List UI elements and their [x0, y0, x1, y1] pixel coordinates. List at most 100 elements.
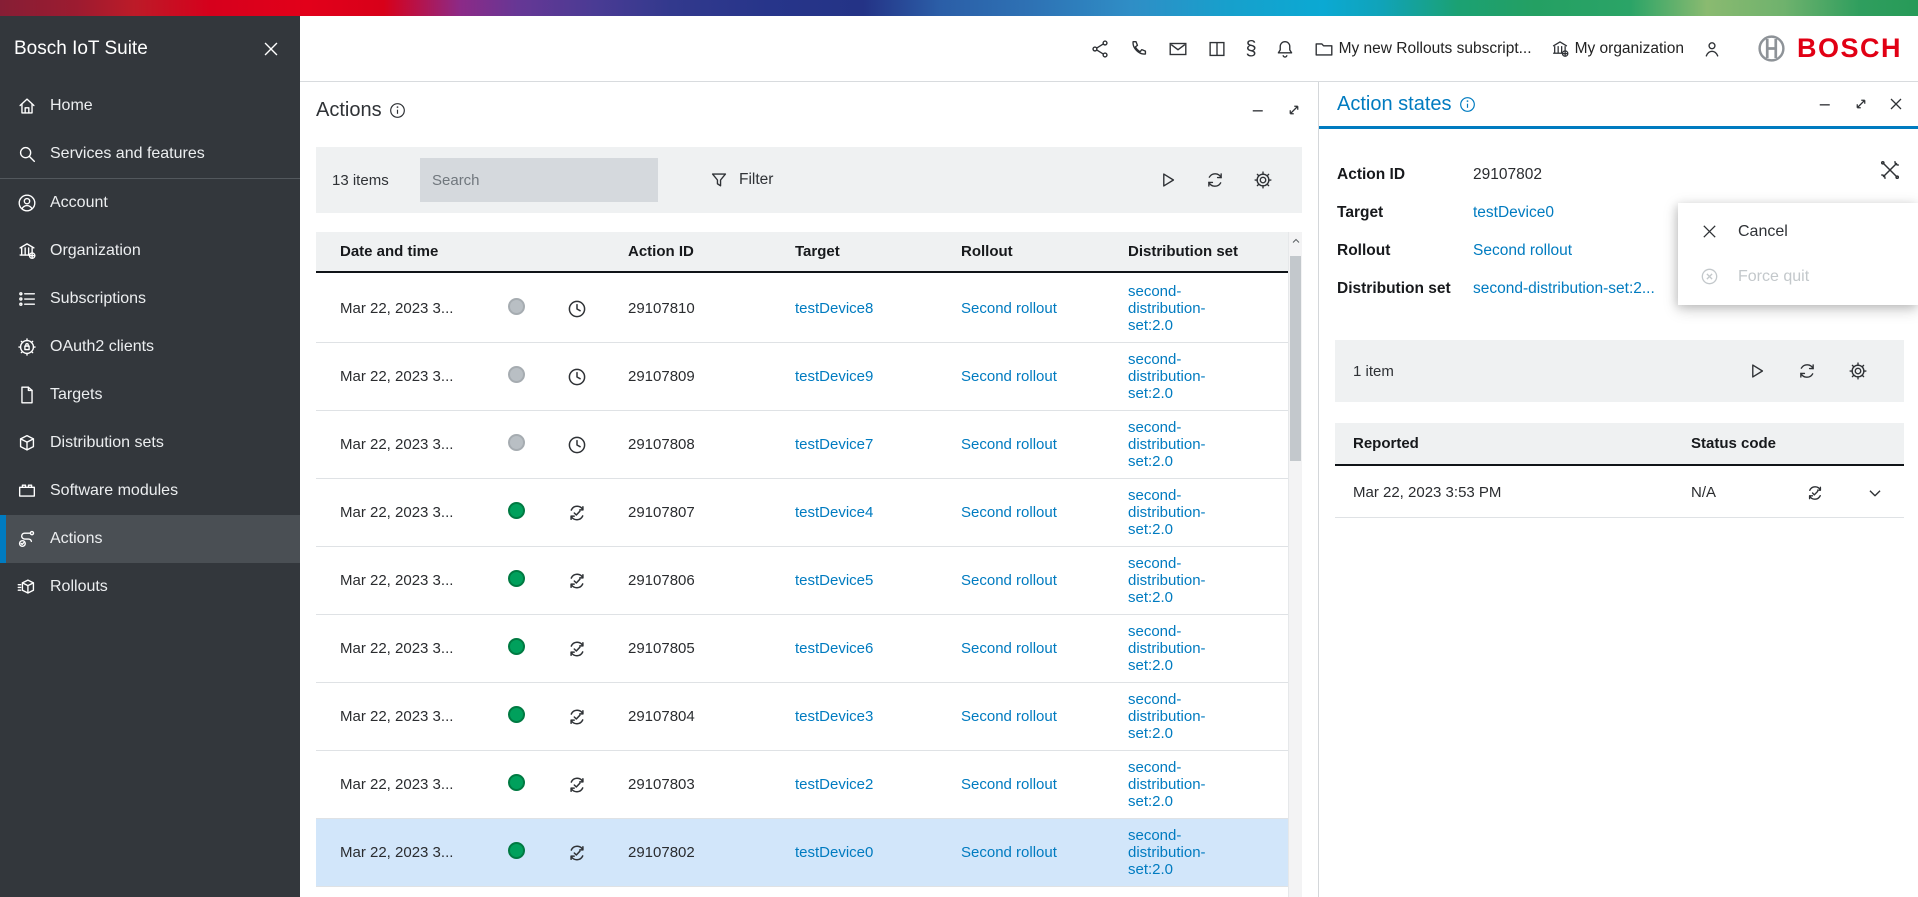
close-icon[interactable] — [1886, 94, 1906, 114]
share-icon[interactable] — [1089, 38, 1111, 60]
run-play-icon[interactable] — [1745, 360, 1767, 382]
table-row[interactable]: Mar 22, 2023 3...29107802testDevice0Seco… — [316, 819, 1302, 887]
table-row[interactable]: Mar 22, 2023 3...29107806testDevice5Seco… — [316, 547, 1302, 615]
target-link[interactable]: testDevice2 — [795, 776, 873, 793]
distribution-set-link[interactable]: second-distribution-set:2.0 — [1128, 351, 1240, 402]
mail-icon[interactable] — [1167, 38, 1189, 60]
search-input[interactable] — [420, 158, 658, 202]
sidebar-item-rollouts[interactable]: Rollouts — [0, 563, 300, 611]
target-cell: testDevice5 — [795, 572, 961, 589]
menu-item-force-quit[interactable]: Force quit — [1678, 254, 1918, 299]
scroll-up-icon[interactable] — [1289, 232, 1302, 250]
distribution-set-link[interactable]: second-distribution-set:2.0 — [1128, 487, 1240, 538]
chevron-down-icon[interactable] — [1864, 482, 1886, 504]
scrollbar-thumb[interactable] — [1290, 256, 1301, 461]
settings-gear-icon[interactable] — [1847, 360, 1869, 382]
distribution-set-link[interactable]: second-distribution-set:2.0 — [1128, 419, 1240, 470]
table-row[interactable]: Mar 22, 2023 3...29107809testDevice9Seco… — [316, 343, 1302, 411]
sidebar-item-organization[interactable]: Organization — [0, 227, 300, 275]
sidebar-item-software-modules[interactable]: Software modules — [0, 467, 300, 515]
sidebar-item-home[interactable]: Home — [0, 82, 300, 130]
tools-wrench-icon[interactable] — [1878, 158, 1902, 182]
settings-gear-icon[interactable] — [1252, 169, 1274, 191]
row-date: Mar 22, 2023 3... — [340, 504, 508, 521]
distribution-set-link[interactable]: second-distribution-set:2.0 — [1128, 283, 1240, 334]
sidebar-item-label: Account — [50, 194, 108, 212]
sidebar-item-actions[interactable]: Actions — [0, 515, 300, 563]
rollout-link[interactable]: Second rollout — [961, 844, 1057, 861]
rollout-cell: Second rollout — [961, 368, 1128, 385]
target-link[interactable]: testDevice4 — [795, 504, 873, 521]
column-header[interactable]: Distribution set — [1128, 243, 1302, 260]
target-link[interactable]: testDevice6 — [795, 640, 873, 657]
sidebar-item-targets[interactable]: Targets — [0, 371, 300, 419]
column-header[interactable]: Target — [795, 243, 961, 260]
menu-item-cancel[interactable]: Cancel — [1678, 209, 1918, 254]
sidebar-item-distribution-sets[interactable]: Distribution sets — [0, 419, 300, 467]
distribution-set-link[interactable]: second-distribution-set:2.0 — [1128, 827, 1240, 878]
distribution-set-link[interactable]: second-distribution-set:2.0 — [1128, 555, 1240, 606]
organization-switcher[interactable]: My organization — [1549, 38, 1684, 60]
rollout-link[interactable]: Second rollout — [961, 572, 1057, 589]
sync-check-icon — [565, 501, 589, 525]
distribution-set-link[interactable]: second-distribution-set:2... — [1473, 280, 1655, 298]
resize-icon[interactable] — [1284, 100, 1304, 120]
subscription-switcher[interactable]: My new Rollouts subscript... — [1313, 38, 1532, 60]
column-header[interactable]: Rollout — [961, 243, 1128, 260]
sync-check-icon[interactable] — [1804, 482, 1826, 504]
rollout-link[interactable]: Second rollout — [961, 300, 1057, 317]
target-link[interactable]: testDevice3 — [795, 708, 873, 725]
vertical-scrollbar[interactable] — [1288, 232, 1302, 897]
rollout-link[interactable]: Second rollout — [961, 504, 1057, 521]
notifications-bell-icon[interactable] — [1274, 38, 1296, 60]
minimize-icon[interactable] — [1816, 94, 1836, 114]
refresh-icon[interactable] — [1204, 169, 1226, 191]
column-header[interactable]: Reported — [1353, 435, 1691, 452]
row-date: Mar 22, 2023 3... — [340, 572, 508, 589]
table-row[interactable]: Mar 22, 2023 3...29107804testDevice3Seco… — [316, 683, 1302, 751]
target-link[interactable]: testDevice5 — [795, 572, 873, 589]
target-link[interactable]: testDevice7 — [795, 436, 873, 453]
target-link[interactable]: testDevice8 — [795, 300, 873, 317]
rollout-link[interactable]: Second rollout — [961, 436, 1057, 453]
info-icon[interactable] — [1458, 95, 1477, 114]
rollout-link[interactable]: Second rollout — [961, 708, 1057, 725]
distribution-set-link[interactable]: second-distribution-set:2.0 — [1128, 691, 1240, 742]
row-action-id: 29107810 — [628, 300, 795, 317]
documentation-icon[interactable] — [1206, 38, 1228, 60]
table-row[interactable]: Mar 22, 2023 3...29107805testDevice6Seco… — [316, 615, 1302, 683]
legal-section-icon[interactable]: § — [1245, 38, 1256, 60]
sidebar-item-oauth2-clients[interactable]: OAuth2 clients — [0, 323, 300, 371]
distribution-set-link[interactable]: second-distribution-set:2.0 — [1128, 759, 1240, 810]
column-header[interactable]: Action ID — [628, 243, 795, 260]
info-icon[interactable] — [388, 101, 407, 120]
sidebar-item-label: Subscriptions — [50, 290, 146, 308]
rollout-link[interactable]: Second rollout — [961, 776, 1057, 793]
status-pending-dot-icon — [508, 434, 525, 451]
user-icon[interactable] — [1701, 38, 1723, 60]
run-play-icon[interactable] — [1156, 169, 1178, 191]
refresh-icon[interactable] — [1796, 360, 1818, 382]
table-row[interactable]: Mar 22, 2023 3...29107810testDevice8Seco… — [316, 275, 1302, 343]
states-table-row[interactable]: Mar 22, 2023 3:53 PM N/A — [1335, 468, 1904, 518]
table-row[interactable]: Mar 22, 2023 3...29107803testDevice2Seco… — [316, 751, 1302, 819]
phone-icon[interactable] — [1128, 38, 1150, 60]
target-link[interactable]: testDevice0 — [795, 844, 873, 861]
sidebar-item-subscriptions[interactable]: Subscriptions — [0, 275, 300, 323]
distribution-set-link[interactable]: second-distribution-set:2.0 — [1128, 623, 1240, 674]
table-row[interactable]: Mar 22, 2023 3...29107808testDevice7Seco… — [316, 411, 1302, 479]
sidebar-item-services-and-features[interactable]: Services and features — [0, 130, 300, 178]
rollout-link[interactable]: Second rollout — [1473, 242, 1572, 260]
column-header[interactable]: Date and time — [340, 243, 508, 260]
column-header[interactable]: Status code — [1691, 435, 1776, 452]
target-link[interactable]: testDevice0 — [1473, 204, 1554, 222]
sidebar-item-account[interactable]: Account — [0, 179, 300, 227]
sidebar-close-icon[interactable] — [260, 38, 282, 60]
filter-button[interactable]: Filter — [708, 169, 773, 191]
target-link[interactable]: testDevice9 — [795, 368, 873, 385]
rollout-link[interactable]: Second rollout — [961, 640, 1057, 657]
minimize-icon[interactable] — [1249, 100, 1269, 120]
resize-icon[interactable] — [1851, 94, 1871, 114]
table-row[interactable]: Mar 22, 2023 3...29107807testDevice4Seco… — [316, 479, 1302, 547]
rollout-link[interactable]: Second rollout — [961, 368, 1057, 385]
